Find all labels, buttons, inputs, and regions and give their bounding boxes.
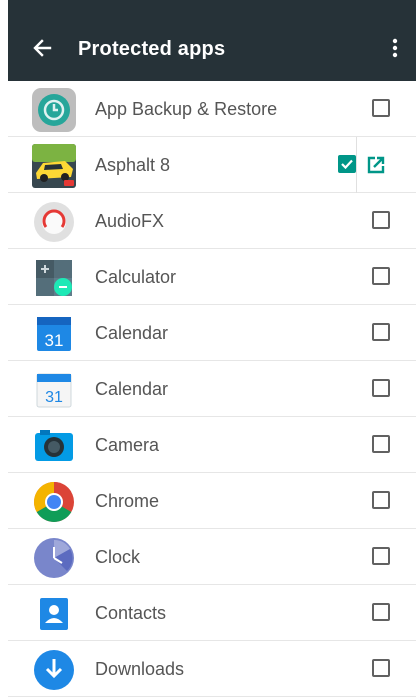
app-label: Calculator (95, 267, 177, 287)
protected-apps-list: App Backup & Restore Asphalt 8 AudioFX C… (8, 81, 416, 697)
calendar-icon: 31 (31, 367, 77, 413)
app-label: Asphalt 8 (95, 155, 171, 175)
app-label: Camera (95, 435, 160, 455)
protect-checkbox[interactable] (372, 99, 390, 117)
app-label: AudioFX (95, 211, 165, 231)
protect-checkbox[interactable] (372, 491, 390, 509)
protect-checkbox[interactable] (372, 603, 390, 621)
list-item-calendar[interactable]: 31 Calendar (8, 361, 416, 417)
protect-checkbox[interactable] (372, 267, 390, 285)
svg-text:31: 31 (45, 389, 63, 406)
app-bar: Protected apps (8, 0, 416, 81)
asphalt-8-icon (31, 143, 77, 189)
checkmark-icon (341, 159, 353, 170)
calculator-icon (31, 255, 77, 301)
protect-checkbox[interactable] (372, 211, 390, 229)
back-button[interactable] (30, 36, 54, 60)
list-item-app-backup-restore[interactable]: App Backup & Restore (8, 81, 416, 137)
list-item-downloads[interactable]: Downloads (8, 641, 416, 697)
app-label: Clock (95, 547, 141, 567)
svg-text:31: 31 (45, 331, 64, 350)
protect-checkbox[interactable] (372, 547, 390, 565)
app-backup-restore-icon (31, 87, 77, 133)
page-title: Protected apps (78, 38, 226, 60)
list-item-audiofx[interactable]: AudioFX (8, 193, 416, 249)
list-item-calculator[interactable]: Calculator (8, 249, 416, 305)
arrow-back-icon (33, 39, 52, 57)
list-item-contacts[interactable]: Contacts (8, 585, 416, 641)
list-item-clock[interactable]: Clock (8, 529, 416, 585)
more-vert-icon (392, 38, 398, 58)
contacts-icon (31, 591, 77, 637)
chrome-icon (31, 479, 77, 525)
downloads-icon (31, 647, 77, 693)
list-item-camera[interactable]: Camera (8, 417, 416, 473)
app-label: Calendar (95, 379, 169, 399)
row-divider (356, 137, 357, 193)
open-in-new-icon (367, 156, 385, 174)
app-label: Calendar (95, 323, 169, 343)
app-label: Contacts (95, 603, 167, 623)
clock-icon (31, 535, 77, 581)
protect-checkbox[interactable] (372, 659, 390, 677)
protect-checkbox[interactable] (372, 323, 390, 341)
open-app-button[interactable] (364, 153, 388, 177)
app-label: App Backup & Restore (95, 99, 278, 119)
protect-checkbox-checked[interactable] (338, 155, 356, 173)
app-label: Downloads (95, 659, 185, 679)
calendar-icon: 31 (31, 311, 77, 357)
protect-checkbox[interactable] (372, 435, 390, 453)
list-item-asphalt-8[interactable]: Asphalt 8 (8, 137, 416, 193)
app-label: Chrome (95, 491, 160, 511)
list-item-calendar[interactable]: 31 Calendar (8, 305, 416, 361)
camera-icon (31, 423, 77, 469)
overflow-menu-button[interactable] (386, 36, 404, 60)
audiofx-icon (31, 199, 77, 245)
list-item-chrome[interactable]: Chrome (8, 473, 416, 529)
protect-checkbox[interactable] (372, 379, 390, 397)
